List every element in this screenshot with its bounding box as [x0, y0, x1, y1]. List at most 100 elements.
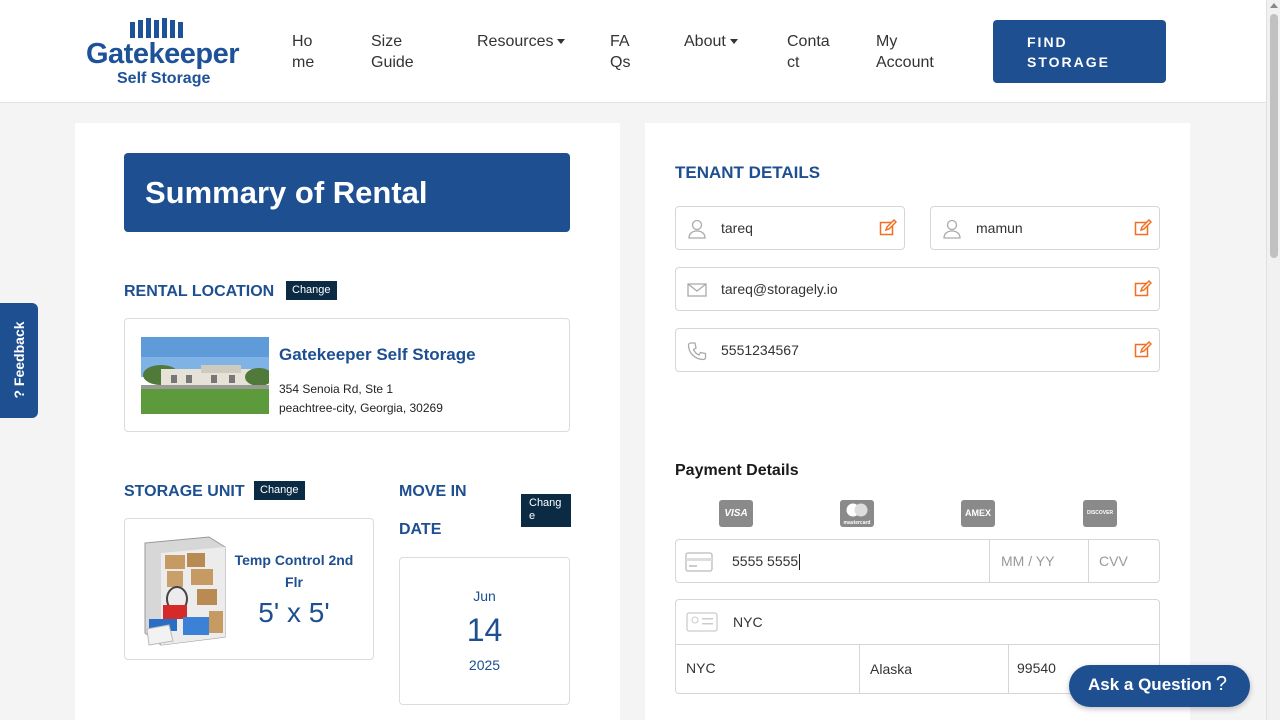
change-move-in-line2: e	[529, 510, 536, 522]
phone-value: 5551234567	[721, 342, 799, 358]
cvv-input[interactable]: CVV	[1099, 553, 1128, 569]
move-in-heading: MOVE IN DATE	[399, 483, 467, 539]
question-mark-icon: ?	[1215, 673, 1227, 695]
nav-my-account-line1: My	[876, 33, 898, 50]
brand-name: Gatekeeper	[86, 38, 240, 70]
first-name-value: tareq	[721, 220, 753, 236]
nav-faqs-line1: FA	[610, 33, 630, 50]
nav-size-guide[interactable]: Size Guide	[371, 31, 414, 73]
storage-unit-image	[144, 536, 226, 646]
zip-input[interactable]: 99540	[1017, 660, 1056, 676]
edit-icon[interactable]	[1134, 341, 1152, 359]
facility-photo	[141, 337, 269, 414]
storage-unit-heading: STORAGE UNIT	[124, 483, 245, 500]
discover-icon: DISCOVER	[1083, 500, 1117, 527]
location-address-line1: 354 Senoia Rd, Ste 1	[279, 382, 394, 396]
amex-icon: AMEX	[961, 500, 995, 527]
nav-my-account[interactable]: My Account	[876, 31, 934, 73]
visa-icon: VISA	[719, 500, 753, 527]
move-in-date-card: Jun 14 2025	[399, 557, 570, 705]
credit-card-icon	[685, 552, 713, 572]
nav-faqs-line2: Qs	[610, 54, 631, 71]
unit-size: 5' x 5'	[258, 597, 330, 628]
change-unit-button[interactable]: Change	[254, 481, 305, 500]
nav-about[interactable]: About	[684, 31, 738, 52]
card-number-value: 5555 5555	[732, 553, 799, 569]
location-card: Gatekeeper Self Storage 354 Senoia Rd, S…	[124, 318, 570, 432]
nav-size-guide-line2: Guide	[371, 54, 414, 71]
nav-contact-line1: Conta	[787, 33, 830, 50]
caret-down-icon	[729, 39, 738, 45]
nav-my-account-line2: Account	[876, 54, 934, 71]
text-cursor	[799, 554, 801, 571]
brand-logo[interactable]: Gatekeeper Self Storage	[86, 14, 246, 90]
envelope-icon	[687, 283, 707, 297]
tenant-details-heading: TENANT DETAILS	[675, 163, 821, 182]
feedback-tab[interactable]: ? Feedback	[0, 303, 38, 418]
location-name: Gatekeeper Self Storage	[279, 345, 476, 364]
divider	[989, 540, 990, 582]
find-storage-button[interactable]: FIND STORAGE	[993, 20, 1166, 83]
user-icon	[943, 219, 961, 239]
email-field[interactable]: tareq@storagely.io	[675, 267, 1160, 311]
storage-unit-card: Temp Control 2nd Flr 5' x 5'	[124, 518, 374, 660]
summary-title: Summary of Rental	[124, 153, 570, 232]
edit-icon[interactable]	[879, 219, 897, 237]
card-input-row: 5555 5555 MM / YY CVV	[675, 539, 1160, 583]
last-name-field[interactable]: mamun	[930, 206, 1160, 250]
nav-home[interactable]: Ho me	[292, 31, 314, 73]
id-card-icon	[686, 612, 718, 632]
brand-subtitle: Self Storage	[117, 70, 211, 87]
divider	[676, 644, 1159, 645]
edit-icon[interactable]	[1134, 219, 1152, 237]
page-scrollbar[interactable]	[1266, 0, 1280, 720]
nav-home-line2: me	[292, 54, 315, 71]
city-input[interactable]: NYC	[686, 660, 716, 676]
change-location-button[interactable]: Change	[286, 281, 337, 300]
ask-question-label: Ask a Question	[1088, 675, 1212, 694]
move-in-heading-line1: MOVE IN	[399, 483, 467, 500]
feedback-label: ? Feedback	[11, 321, 27, 399]
expiry-input[interactable]: MM / YY	[1001, 553, 1054, 569]
first-name-field[interactable]: tareq	[675, 206, 905, 250]
move-in-day: 14	[466, 612, 503, 648]
nav-home-line1: Ho	[292, 33, 313, 50]
ask-question-button[interactable]: Ask a Question ?	[1069, 665, 1250, 707]
name-on-card-input[interactable]: NYC	[733, 614, 763, 630]
change-move-in-button[interactable]: Chang e	[521, 494, 571, 527]
email-value: tareq@storagely.io	[721, 281, 838, 297]
phone-icon	[687, 342, 707, 361]
fence-icon	[130, 18, 183, 38]
rental-location-heading: RENTAL LOCATION	[124, 283, 275, 300]
mastercard-icon: mastercard	[840, 500, 874, 527]
change-move-in-line1: Chang	[529, 497, 562, 509]
mastercard-label: mastercard	[843, 520, 871, 526]
divider	[1088, 540, 1089, 582]
scroll-thumb[interactable]	[1270, 14, 1278, 258]
divider	[1008, 644, 1009, 693]
payment-details-heading: Payment Details	[675, 462, 799, 479]
find-storage-line2: STORAGE	[1027, 54, 1110, 70]
nav-resources-label: Resources	[477, 33, 554, 50]
card-number-input[interactable]: 5555 5555	[732, 553, 801, 571]
last-name-value: mamun	[976, 220, 1023, 236]
nav-contact-line2: ct	[787, 54, 800, 71]
user-icon	[688, 219, 706, 239]
nav-size-guide-line1: Size	[371, 33, 403, 50]
phone-field[interactable]: 5551234567	[675, 328, 1160, 372]
move-in-heading-line2: DATE	[399, 521, 442, 538]
nav-faqs[interactable]: FA Qs	[610, 31, 630, 73]
move-in-month: Jun	[473, 588, 496, 604]
caret-down-icon	[557, 39, 566, 45]
edit-icon[interactable]	[1134, 280, 1152, 298]
divider	[859, 644, 860, 693]
move-in-year: 2025	[468, 657, 501, 673]
nav-contact[interactable]: Conta ct	[787, 31, 830, 73]
find-storage-line1: FIND	[1027, 34, 1068, 50]
nav-about-label: About	[684, 33, 726, 50]
scroll-up-arrow-icon[interactable]	[1270, 3, 1278, 8]
unit-name: Temp Control 2nd Flr	[234, 552, 354, 590]
site-header: Gatekeeper Self Storage Ho me Size Guide…	[0, 0, 1266, 103]
nav-resources[interactable]: Resources	[477, 31, 566, 52]
state-select[interactable]: Alaska	[870, 661, 912, 677]
